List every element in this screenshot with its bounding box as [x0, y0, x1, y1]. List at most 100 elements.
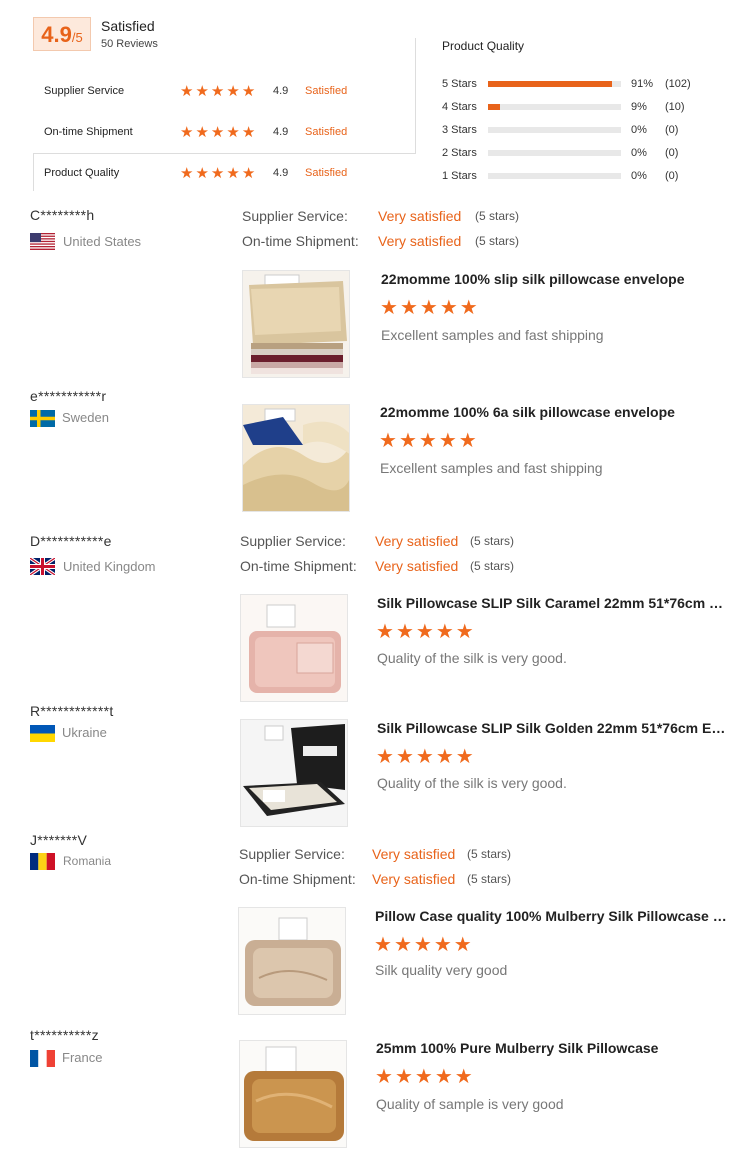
reviewer-country: Romania [63, 854, 112, 868]
reviewer-country: United Kingdom [63, 559, 156, 574]
star-icon: ★ [375, 1064, 393, 1088]
product-title[interactable]: 22momme 100% 6a silk pillowcase envelope [380, 404, 720, 420]
review-text: Quality of the silk is very good. [377, 650, 567, 666]
review-stars: ★ ★ ★ ★ ★ [379, 430, 477, 450]
product-title[interactable]: Silk Pillowcase SLIP Silk Golden 22mm 51… [377, 720, 732, 736]
bar-count: (0) [665, 124, 679, 136]
star-icon: ★ [380, 295, 398, 319]
star-icon: ★ [433, 932, 452, 956]
metric-status: Satisfied [305, 126, 348, 138]
bar-label: 3 Stars [442, 124, 477, 136]
product-title[interactable]: Pillow Case quality 100% Mulberry Silk P… [375, 908, 732, 924]
overall-status: Satisfied [101, 18, 155, 34]
bar-percent: 0% [631, 170, 647, 182]
metric-score: 4.9 [273, 85, 289, 97]
star-icon: ★ [439, 295, 458, 319]
bar-count: (102) [665, 78, 691, 90]
bar-percent: 91% [631, 78, 654, 90]
star-icon: ★ [226, 82, 240, 100]
star-icon: ★ [453, 932, 472, 956]
product-title[interactable]: 22momme 100% slip silk pillowcase envelo… [381, 271, 721, 287]
supplier-service-label: Supplier Service: [240, 533, 346, 549]
product-thumbnail[interactable] [240, 719, 348, 827]
product-thumbnail[interactable] [238, 907, 346, 1015]
star-icon: ★ [195, 82, 209, 100]
divider [33, 153, 34, 191]
shipment-stars: (5 stars) [467, 872, 512, 886]
review-text: Quality of the silk is very good. [377, 775, 567, 791]
product-title[interactable]: 25mm 100% Pure Mulberry Silk Pillowcase [376, 1040, 732, 1056]
reviewer-name: C********h [30, 207, 95, 223]
star-icon: ★ [395, 619, 414, 643]
supplier-service-stars: (5 stars) [475, 209, 520, 223]
shipment-stars: (5 stars) [470, 559, 515, 573]
supplier-service-label: Supplier Service: [239, 846, 345, 862]
star-icon: ★ [226, 164, 240, 182]
star-icon: ★ [379, 428, 397, 452]
star-icon: ★ [435, 619, 454, 643]
supplier-service-stars: (5 stars) [470, 534, 515, 548]
bar-count: (0) [665, 147, 679, 159]
star-icon: ★ [195, 164, 209, 182]
bar-label: 2 Stars [442, 147, 477, 159]
rating-bar-fill [488, 81, 612, 87]
star-icon: ★ [374, 932, 392, 956]
metric-score: 4.9 [273, 126, 289, 138]
overall-score: 4.9 [41, 22, 72, 47]
star-icon: ★ [241, 82, 256, 100]
silk-pillowcase-stack-image [243, 271, 349, 377]
product-title[interactable]: Silk Pillowcase SLIP Silk Caramel 22mm 5… [377, 595, 732, 611]
supplier-service-stars: (5 stars) [467, 847, 512, 861]
rating-bar [488, 104, 621, 110]
metric-stars: ★ ★ ★ ★ ★ [180, 84, 255, 99]
supplier-service-label: Supplier Service: [242, 208, 348, 224]
star-icon: ★ [210, 82, 225, 100]
product-thumbnail[interactable] [242, 404, 350, 512]
star-icon: ★ [454, 1064, 473, 1088]
reviewer-name: D***********e [30, 533, 112, 549]
star-icon: ★ [241, 164, 256, 182]
star-icon: ★ [180, 164, 194, 182]
star-icon: ★ [180, 123, 194, 141]
star-icon: ★ [376, 619, 394, 643]
star-icon: ★ [395, 744, 414, 768]
star-icon: ★ [418, 428, 437, 452]
overall-score-badge: 4.9 /5 [33, 17, 91, 51]
metric-label: On-time Shipment [44, 126, 133, 138]
shipment-stars: (5 stars) [475, 234, 520, 248]
review-stars: ★ ★ ★ ★ ★ [376, 621, 474, 641]
star-icon: ★ [394, 1064, 413, 1088]
metric-stars: ★ ★ ★ ★ ★ [180, 125, 255, 140]
supplier-service-value: Very satisfied [375, 533, 459, 549]
shipment-label: On-time Shipment: [242, 233, 359, 249]
star-icon: ★ [419, 295, 438, 319]
supplier-service-value: Very satisfied [372, 846, 456, 862]
star-icon: ★ [413, 932, 432, 956]
overall-score-max: /5 [71, 30, 83, 45]
reviewer-country: United States [63, 234, 142, 249]
metric-label: Product Quality [44, 167, 120, 179]
review-stars: ★ ★ ★ ★ ★ [380, 297, 478, 317]
rating-bar [488, 81, 621, 87]
rating-bar [488, 173, 621, 179]
product-thumbnail[interactable] [240, 594, 348, 702]
review-stars: ★ ★ ★ ★ ★ [376, 746, 474, 766]
star-icon: ★ [455, 744, 474, 768]
bar-label: 1 Stars [442, 170, 477, 182]
us-flag-icon [30, 233, 55, 250]
review-text: Excellent samples and fast shipping [381, 327, 604, 343]
product-thumbnail[interactable] [242, 270, 350, 378]
review-text: Excellent samples and fast shipping [380, 460, 603, 476]
star-icon: ★ [415, 744, 434, 768]
star-icon: ★ [435, 744, 454, 768]
pure-mulberry-pillowcase-image [240, 1041, 346, 1147]
star-icon: ★ [415, 619, 434, 643]
star-icon: ★ [195, 123, 209, 141]
product-thumbnail[interactable] [239, 1040, 347, 1148]
review-text: Silk quality very good [375, 962, 508, 978]
bar-count: (0) [665, 170, 679, 182]
shipment-label: On-time Shipment: [240, 558, 357, 574]
star-icon: ★ [459, 295, 478, 319]
caramel-pillowcase-image [241, 595, 347, 701]
romania-flag-icon [30, 853, 55, 870]
